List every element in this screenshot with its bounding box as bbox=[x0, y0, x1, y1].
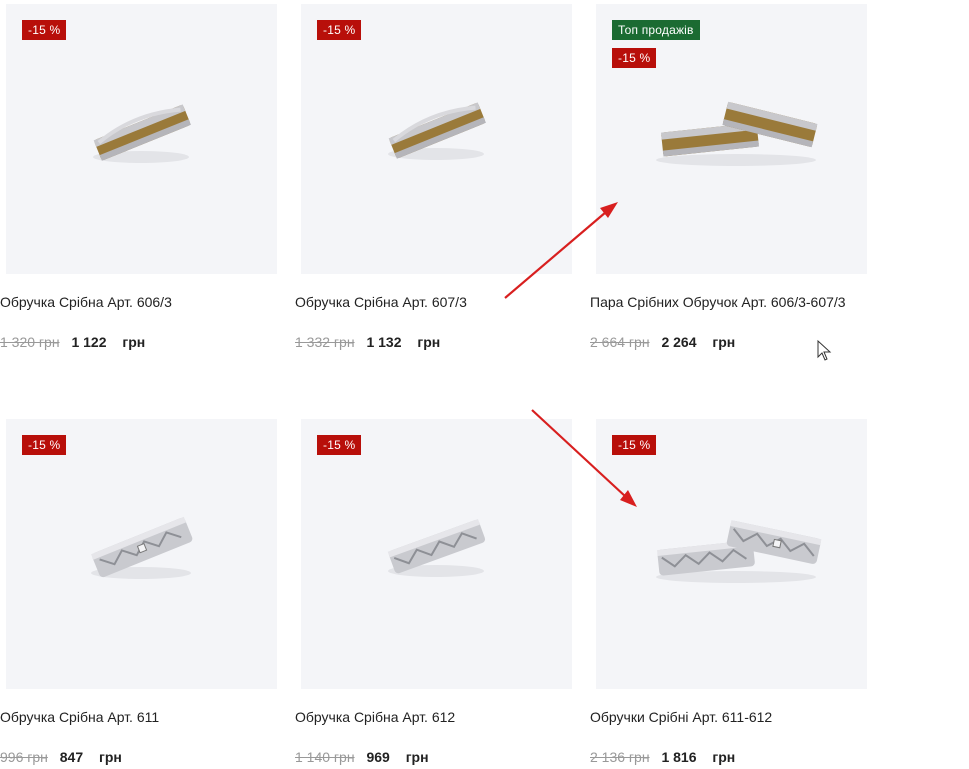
product-image[interactable]: Топ продажів -15 % bbox=[596, 4, 867, 274]
ring-pair-silver-icon bbox=[656, 520, 822, 583]
discount-badge: -15 % bbox=[317, 435, 362, 455]
product-image[interactable]: -15 % bbox=[301, 4, 572, 274]
currency: грн bbox=[122, 334, 146, 350]
product-title[interactable]: Обручка Срібна Арт. 606/3 bbox=[0, 294, 290, 310]
currency: грн bbox=[417, 334, 441, 350]
old-price: 2 664 грн bbox=[590, 334, 650, 350]
discount-badge: -15 % bbox=[22, 20, 67, 40]
silver-diamond-ring-icon bbox=[387, 518, 486, 577]
discount-badge: -15 % bbox=[22, 435, 67, 455]
old-price: 1 320 грн bbox=[0, 334, 60, 350]
new-price: 2 264 bbox=[661, 334, 697, 350]
product-image[interactable]: -15 % bbox=[301, 419, 572, 689]
new-price: 1 132 bbox=[366, 334, 402, 350]
product-prices: 1 332 грн 1 132 грн bbox=[295, 334, 440, 354]
gold-silver-ring-icon bbox=[388, 102, 486, 160]
product-title[interactable]: Обручка Срібна Арт. 612 bbox=[295, 709, 585, 725]
product-image[interactable]: -15 % bbox=[6, 419, 277, 689]
gold-silver-ring-icon bbox=[93, 104, 191, 163]
discount-badge: -15 % bbox=[317, 20, 362, 40]
product-title[interactable]: Обручки Срібні Арт. 611-612 bbox=[590, 709, 880, 725]
product-title[interactable]: Пара Срібних Обручок Арт. 606/3-607/3 bbox=[590, 294, 880, 310]
new-price: 1 122 bbox=[71, 334, 107, 350]
product-image[interactable]: -15 % bbox=[6, 4, 277, 274]
product-prices: 1 320 грн 1 122 грн bbox=[0, 334, 145, 354]
old-price: 1 332 грн bbox=[295, 334, 355, 350]
product-prices: 1 140 грн 969 грн bbox=[295, 749, 429, 769]
product-title[interactable]: Обручка Срібна Арт. 607/3 bbox=[295, 294, 585, 310]
discount-badge: -15 % bbox=[612, 435, 657, 455]
top-sales-badge: Топ продажів bbox=[612, 20, 700, 40]
product-prices: 996 грн 847 грн bbox=[0, 749, 122, 769]
product-prices: 2 664 грн 2 264 грн bbox=[590, 334, 735, 354]
product-image[interactable]: -15 % bbox=[596, 419, 867, 689]
ring-pair-gold-icon bbox=[656, 101, 818, 166]
product-prices: 2 136 грн 1 816 грн bbox=[590, 749, 735, 769]
silver-diamond-ring-icon bbox=[91, 516, 193, 579]
mouse-cursor-icon bbox=[817, 339, 832, 361]
currency: грн bbox=[712, 334, 736, 350]
product-title[interactable]: Обручка Срібна Арт. 611 bbox=[0, 709, 290, 725]
discount-badge: -15 % bbox=[612, 48, 657, 68]
